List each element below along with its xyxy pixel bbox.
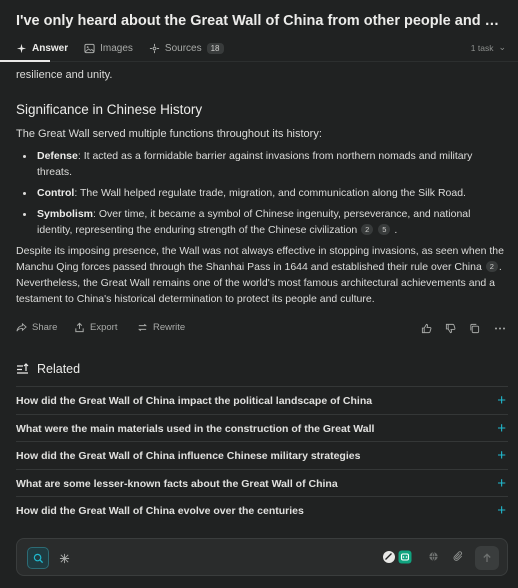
tab-answer[interactable]: Answer — [16, 43, 68, 54]
plus-icon: + — [497, 502, 506, 519]
attach-icon[interactable] — [453, 551, 464, 562]
bullet-text: : It acted as a formidable barrier again… — [37, 150, 473, 178]
thumbs-down-icon[interactable] — [445, 323, 456, 334]
share-button[interactable]: Share — [16, 322, 57, 333]
tab-bar: Answer Images Sources 18 — [16, 40, 240, 56]
related-question[interactable]: How did the Great Wall of China impact t… — [16, 386, 508, 414]
related-question[interactable]: How did the Great Wall of China influenc… — [16, 441, 508, 469]
paragraph-text: Despite its imposing presence, the Wall … — [16, 245, 504, 273]
thread-header: I've only heard about the Great Wall of … — [0, 0, 518, 62]
sources-count-badge: 18 — [206, 42, 224, 54]
bullet-list: Defense: It acted as a formidable barrie… — [16, 148, 506, 243]
citation-badge[interactable]: 2 — [485, 261, 498, 272]
citation-badge[interactable]: 2 — [361, 224, 374, 235]
tab-sources[interactable]: Sources 18 — [149, 42, 224, 54]
more-icon[interactable] — [494, 323, 506, 334]
copy-icon[interactable] — [469, 323, 480, 334]
tab-images[interactable]: Images — [84, 43, 133, 54]
image-icon — [84, 43, 95, 53]
globe-icon[interactable] — [428, 551, 439, 562]
thumbs-up-icon[interactable] — [421, 323, 432, 334]
tab-images-label: Images — [100, 42, 133, 54]
share-icon — [16, 322, 27, 332]
plus-icon: + — [497, 474, 506, 492]
assistant-icon[interactable] — [398, 550, 412, 564]
follow-up-composer[interactable] — [16, 538, 508, 576]
bullet-item-symbolism: Symbolism: Over time, it became a symbol… — [16, 206, 506, 238]
rewrite-icon — [138, 323, 147, 332]
related-heading: Related — [16, 362, 80, 376]
answer-text-fragment: resilience and unity. — [16, 69, 113, 81]
search-mode-button[interactable] — [27, 547, 49, 569]
export-label: Export — [90, 322, 118, 333]
related-question-label: How did the Great Wall of China influenc… — [16, 450, 361, 462]
share-label: Share — [32, 322, 58, 333]
bullet-term: Control — [37, 187, 75, 199]
plus-icon: + — [497, 419, 506, 437]
thread-title[interactable]: I've only heard about the Great Wall of … — [16, 13, 506, 29]
plus-icon: + — [497, 392, 506, 409]
rewrite-label: Rewrite — [153, 322, 186, 333]
task-count[interactable]: 1 task ⌄ — [471, 42, 506, 53]
plus-icon: + — [497, 447, 506, 464]
model-icon[interactable] — [382, 550, 396, 564]
task-count-label: 1 task — [470, 42, 494, 53]
sources-icon — [149, 43, 160, 53]
export-icon — [75, 322, 84, 333]
related-title-label: Related — [37, 362, 81, 376]
research-icon — [59, 553, 69, 563]
bullet-end: . — [394, 224, 398, 236]
related-question[interactable]: What were the main materials used in the… — [16, 413, 508, 442]
chevron-down-icon: ⌄ — [498, 42, 506, 52]
bullet-text: : Over time, it became a symbol of Chine… — [37, 208, 471, 236]
search-icon — [33, 553, 43, 563]
tab-answer-label: Answer — [32, 42, 69, 54]
section-heading: Significance in Chinese History — [16, 102, 203, 117]
answer-action-bar: Share Export Rewrite — [16, 322, 506, 338]
research-mode-button[interactable] — [53, 547, 75, 569]
related-question[interactable]: What are some lesser-known facts about t… — [16, 468, 508, 497]
section-intro: The Great Wall served multiple functions… — [16, 128, 322, 140]
bullet-term: Defense — [37, 150, 78, 162]
bullet-term: Symbolism — [37, 208, 94, 220]
active-tab-indicator — [0, 60, 50, 62]
answer-paragraph: Despite its imposing presence, the Wall … — [16, 243, 508, 307]
related-icon — [17, 363, 29, 374]
related-question-label: What are some lesser-known facts about t… — [16, 477, 338, 490]
tab-sources-label: Sources — [164, 42, 202, 54]
related-question-label: How did the Great Wall of China evolve o… — [16, 505, 304, 517]
related-question-label: What were the main materials used in the… — [16, 422, 375, 435]
bullet-item-control: Control: The Wall helped regulate trade,… — [16, 185, 506, 201]
bullet-item-defense: Defense: It acted as a formidable barrie… — [16, 148, 506, 180]
bullet-text: : The Wall helped regulate trade, migrat… — [74, 187, 466, 199]
related-question-label: How did the Great Wall of China impact t… — [16, 395, 373, 407]
arrow-up-icon — [483, 553, 491, 562]
answer-icon — [16, 43, 27, 53]
export-button[interactable]: Export — [74, 322, 117, 333]
rewrite-button[interactable]: Rewrite — [137, 322, 185, 333]
submit-button[interactable] — [475, 546, 499, 570]
citation-badge[interactable]: 5 — [378, 224, 391, 235]
related-list: How did the Great Wall of China impact t… — [16, 386, 508, 524]
related-question[interactable]: How did the Great Wall of China evolve o… — [16, 496, 508, 524]
